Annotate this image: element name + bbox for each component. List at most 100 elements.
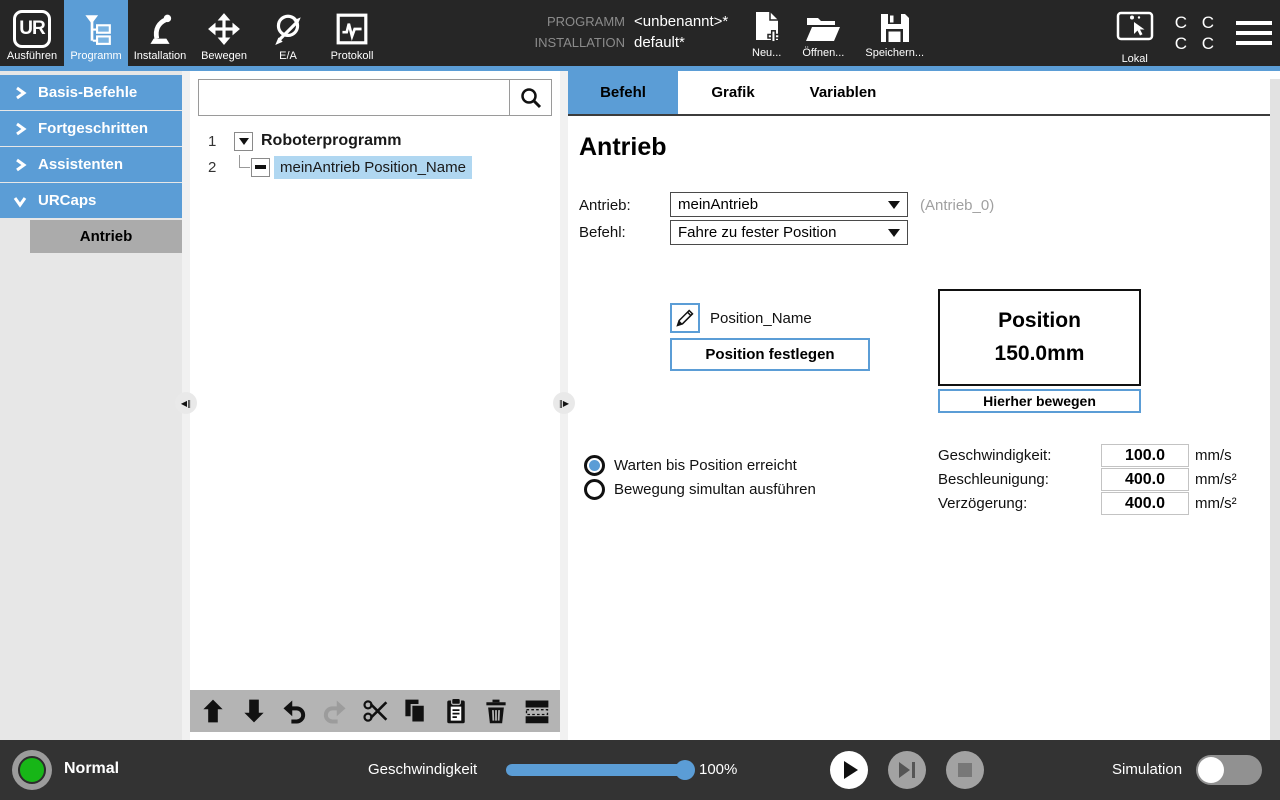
program-tree-panel: 1 Roboterprogramm 2 meinAntrieb Position… [190, 71, 560, 740]
hamburger-menu-button[interactable] [1234, 17, 1274, 49]
radio-label: Warten bis Position erreicht [614, 457, 797, 474]
stop-button[interactable] [946, 751, 984, 789]
nav-tab-ausfuehren[interactable]: UR Ausführen [0, 0, 64, 66]
move-down-icon [240, 697, 268, 725]
sidebar-group-assistenten[interactable]: Assistenten [0, 147, 182, 182]
sidebar-group-basis-befehle[interactable]: Basis-Befehle [0, 75, 182, 110]
hamburger-bar [1236, 41, 1272, 45]
nav-tab-installation[interactable]: Installation [128, 0, 192, 66]
befehl-select-value: Fahre zu fester Position [678, 224, 836, 241]
cc-indicator[interactable]: C C C C [1175, 12, 1219, 54]
radio-selected-icon[interactable] [584, 455, 605, 476]
ur-logo-icon: UR [13, 8, 51, 50]
befehl-select[interactable]: Fahre zu fester Position [670, 220, 908, 245]
right-splitter[interactable]: ‖▶ [560, 71, 568, 740]
antrieb-id-hint: (Antrieb_0) [920, 197, 994, 214]
suppress-icon [522, 697, 552, 725]
radio-bewegung-simultan[interactable]: Bewegung simultan ausführen [584, 479, 816, 500]
command-sidebar: Basis-Befehle Fortgeschritten Assistente… [0, 71, 182, 740]
nav-label: Installation [134, 50, 187, 63]
main-nav: UR Ausführen Programm Installation Bewe [0, 0, 384, 66]
installation-name: default* [634, 32, 685, 53]
open-folder-icon [805, 7, 841, 44]
position-festlegen-button[interactable]: Position festlegen [670, 338, 870, 371]
local-mode-button[interactable]: Lokal [1110, 9, 1160, 65]
nav-label: E/A [279, 50, 297, 63]
page-title: Antrieb [579, 133, 667, 162]
antrieb-select[interactable]: meinAntrieb [670, 192, 908, 217]
speed-slider-knob[interactable] [675, 760, 695, 780]
verzoegerung-input[interactable]: 400.0 [1101, 492, 1189, 515]
new-file-icon [753, 7, 781, 44]
paste-clipboard-icon [442, 697, 470, 725]
program-info: PROGRAMM <unbenannt>* INSTALLATION defau… [518, 11, 728, 53]
status-green-icon [18, 756, 46, 784]
chevron-down-icon [13, 194, 27, 208]
suppress-button[interactable] [520, 694, 554, 728]
cut-scissors-icon [361, 697, 389, 725]
cut-button[interactable] [358, 694, 392, 728]
sidebar-group-urcaps[interactable]: URCaps [0, 183, 182, 218]
collapse-left-handle[interactable]: ◀‖ [175, 392, 197, 414]
collapse-node-button[interactable] [234, 132, 253, 151]
nav-tab-ea[interactable]: E/A [256, 0, 320, 66]
position-display-title: Position [998, 309, 1081, 333]
tree-search-input[interactable] [199, 80, 509, 115]
hierher-bewegen-button[interactable]: Hierher bewegen [938, 389, 1141, 413]
tree-row-meinantrieb[interactable]: 2 meinAntrieb Position_Name [208, 154, 560, 180]
antrieb-field-label: Antrieb: [579, 197, 631, 214]
nav-tab-programm[interactable]: Programm [64, 0, 128, 66]
step-button[interactable] [888, 751, 926, 789]
new-file-button[interactable]: Neu... [752, 7, 781, 59]
simulation-toggle[interactable] [1196, 755, 1262, 785]
polyscope-screen: UR Ausführen Programm Installation Bewe [0, 0, 1280, 800]
robot-status-light[interactable] [12, 750, 52, 790]
move-down-button[interactable] [237, 694, 271, 728]
radio-unselected-icon[interactable] [584, 479, 605, 500]
nav-tab-bewegen[interactable]: Bewegen [192, 0, 256, 66]
program-tree: 1 Roboterprogramm 2 meinAntrieb Position… [190, 128, 560, 180]
search-icon [519, 86, 543, 110]
radio-label: Bewegung simultan ausführen [614, 481, 816, 498]
tree-row-roboterprogramm[interactable]: 1 Roboterprogramm [208, 128, 560, 154]
delete-button[interactable] [479, 694, 513, 728]
tab-grafik[interactable]: Grafik [678, 71, 788, 114]
installation-label: INSTALLATION [518, 32, 625, 53]
main-scrollbar[interactable] [1270, 79, 1280, 740]
local-mode-icon [1110, 9, 1160, 52]
play-button[interactable] [830, 751, 868, 789]
speed-slider[interactable] [506, 764, 692, 776]
sidebar-group-fortgeschritten[interactable]: Fortgeschritten [0, 111, 182, 146]
paste-button[interactable] [439, 694, 473, 728]
collapse-right-handle[interactable]: ‖▶ [553, 392, 575, 414]
tab-variablen[interactable]: Variablen [788, 71, 898, 114]
tab-befehl[interactable]: Befehl [568, 71, 678, 114]
program-name: <unbenannt>* [634, 11, 728, 32]
sidebar-item-antrieb[interactable]: Antrieb [30, 220, 182, 253]
befehl-field-label: Befehl: [579, 224, 626, 241]
redo-icon [321, 697, 349, 725]
stop-icon [958, 763, 972, 777]
chevron-right-icon [13, 86, 27, 100]
local-mode-label: Lokal [1122, 53, 1148, 65]
move-up-button[interactable] [196, 694, 230, 728]
nav-tab-protokoll[interactable]: Protokoll [320, 0, 384, 66]
nav-label: Programm [70, 50, 121, 63]
beschleunigung-input[interactable]: 400.0 [1101, 468, 1189, 491]
sidebar-item-label: Antrieb [80, 228, 133, 245]
geschwindigkeit-input[interactable]: 100.0 [1101, 444, 1189, 467]
undo-button[interactable] [277, 694, 311, 728]
open-file-button[interactable]: Öffnen... [802, 7, 844, 59]
tree-node-label: Roboterprogramm [261, 132, 401, 150]
rename-position-checkbox[interactable] [670, 303, 700, 333]
radio-warten-bis-position[interactable]: Warten bis Position erreicht [584, 455, 797, 476]
save-file-button[interactable]: Speichern... [865, 7, 924, 59]
redo-button[interactable] [318, 694, 352, 728]
left-splitter[interactable]: ◀‖ [182, 71, 190, 740]
caret-down-icon [239, 138, 249, 145]
copy-button[interactable] [398, 694, 432, 728]
position-display: Position 150.0mm [938, 289, 1141, 386]
speed-slider-label: Geschwindigkeit [368, 761, 477, 778]
tree-search-box [198, 79, 552, 116]
search-button[interactable] [509, 80, 551, 115]
